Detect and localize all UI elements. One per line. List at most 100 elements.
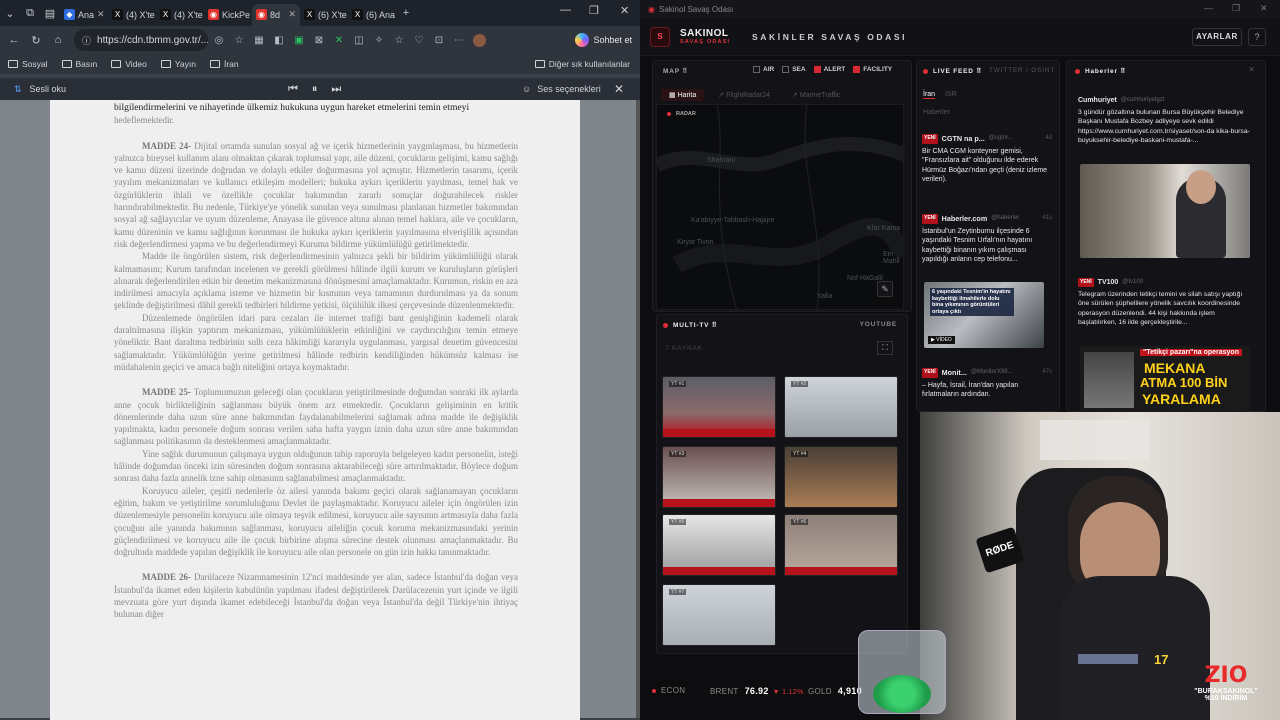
vertical-tabs-icon[interactable]: ▤ — [40, 3, 60, 23]
browser-tab[interactable]: X(6) Ana✕ — [348, 4, 396, 26]
close-tab-icon[interactable]: ✕ — [288, 9, 296, 20]
extensions-puzzle-icon[interactable]: ✧ — [370, 31, 388, 49]
tv-stream-5[interactable]: YT #5 KAÇTA EVE GIRDI KRITIK — [662, 514, 776, 576]
tv-stream-7[interactable]: YT #7 — [662, 584, 776, 646]
tab-actions-icon[interactable]: ⌄ — [0, 3, 20, 23]
tab-favicon-icon: ◉ — [208, 9, 219, 20]
tv-stream-6[interactable]: YT #6 — [784, 514, 898, 576]
browser-essentials-icon[interactable]: ♡ — [410, 31, 428, 49]
feed-video-thumbnail[interactable]: 6 yaşındaki Tesnim'in hayatını kaybettiğ… — [924, 282, 1044, 348]
workspaces-icon[interactable]: ⧉ — [20, 3, 40, 23]
collections-icon[interactable]: ⊡ — [430, 31, 448, 49]
address-bar[interactable]: ⓘ https://cdn.tbmm.gov.tr/... — [74, 29, 208, 51]
browser-tab[interactable]: ◉KickPe✕ — [204, 4, 252, 26]
split-screen-icon[interactable]: ◫ — [350, 31, 368, 49]
minimize-icon[interactable]: — — [1204, 3, 1213, 13]
browser-tab[interactable]: ◆ Ana ✕ — [60, 4, 108, 26]
feed-tab[interactable]: İSR — [945, 91, 957, 98]
close-window-icon[interactable]: ✕ — [620, 4, 629, 17]
extension-icon[interactable]: ⊠ — [310, 31, 328, 49]
other-favorites-folder[interactable]: Diğer sık kullanılanlar — [534, 59, 630, 69]
extension-icon[interactable]: ▦ — [250, 31, 268, 49]
checkbox-icon[interactable] — [753, 66, 760, 73]
news-item-header: YENİ TV100 @tv100 — [1078, 278, 1250, 288]
extension-icon[interactable]: ▣ — [290, 31, 308, 49]
browser-tab[interactable]: X(4) X'te✕ — [156, 4, 204, 26]
info-icon: ⓘ — [82, 35, 92, 46]
ticker-item: BRENT 76.92 ▼ 1.12% — [710, 686, 803, 696]
article-heading: MADDE 24- — [142, 140, 192, 151]
article-heading: MADDE 26- — [142, 572, 192, 583]
bookmark-folder[interactable]: İran — [209, 59, 239, 69]
tv-stream-3[interactable]: YT #3 "HERKES İZMİR'E GELMELİ" — [662, 446, 776, 508]
map-filter-sea[interactable]: SEA — [782, 66, 806, 73]
stream-caption-bar — [663, 429, 775, 437]
back-icon[interactable]: ← — [4, 30, 24, 50]
multi-tv-provider: YOUTUBE — [859, 321, 897, 328]
minimize-icon[interactable]: — — [560, 4, 571, 16]
feed-item[interactable]: YENİ CGTN na p... @cgtnr... 4d Bir CMA CGM k… — [922, 134, 1052, 185]
settings-button[interactable]: AYARLAR — [1192, 28, 1242, 46]
map-tab[interactable]: ▦ Harita — [661, 89, 705, 101]
browser-tab[interactable]: X(6) X'te✕ — [300, 4, 348, 26]
maximize-icon[interactable]: ❐ — [589, 4, 599, 17]
extension-icon[interactable]: ◧ — [270, 31, 288, 49]
feed-tab[interactable]: İran — [923, 91, 936, 99]
voice-options-button[interactable]: ☺ Ses seçenekleri — [522, 84, 601, 94]
news-text: Telegram üzerinden tetikçi temini ve sil… — [1078, 291, 1243, 326]
tab-label: 8d — [270, 9, 281, 20]
feed-time: 47s — [1042, 369, 1052, 375]
feed-item[interactable]: YENİ Haberler.com @haberler 41s İstanbul'un … — [922, 214, 1052, 265]
feed-item[interactable]: YENİ Monit... @MonitorX99... 47s – Hayfa, İs… — [922, 368, 1052, 400]
next-icon[interactable]: ⏭ — [331, 83, 341, 96]
pause-icon[interactable]: ⏸ — [312, 83, 318, 96]
fullscreen-icon[interactable]: ⛶ — [877, 341, 893, 355]
news-image[interactable] — [1080, 164, 1250, 258]
news-item[interactable]: Cumhuriyet @cumhuriyetgzt 3 gündür gözaltı… — [1078, 96, 1250, 145]
read-mode-icon[interactable]: ◎ — [210, 31, 228, 49]
bookmark-folder[interactable]: Sosyal — [8, 59, 48, 69]
news-item[interactable]: YENİ TV100 @tv100 Telegram üzerinden tetikç… — [1078, 278, 1250, 327]
promo-code: "BURAKSAKINOL" — [1194, 688, 1258, 695]
favorites-icon[interactable]: ☆ — [390, 31, 408, 49]
map-filter-facility[interactable]: FACILITY — [853, 66, 892, 73]
tab-label: KickPe — [222, 9, 251, 20]
close-window-icon[interactable]: ✕ — [1260, 3, 1268, 14]
new-tab-button[interactable]: + — [396, 3, 416, 23]
close-tab-icon[interactable]: ✕ — [97, 9, 105, 20]
close-read-aloud-icon[interactable]: ✕ — [614, 82, 624, 96]
feed-handle: @haberler — [991, 215, 1020, 221]
news-handle: @tv100 — [1122, 279, 1144, 285]
bookmark-folder[interactable]: Video — [111, 59, 147, 69]
tv-stream-4[interactable]: YT #4 — [784, 446, 898, 508]
avatar[interactable] — [470, 31, 488, 49]
refresh-icon[interactable]: ↻ — [26, 30, 46, 50]
map-view[interactable]: RADAR Shahrani Ka'abiyye-Tabbash-Hajajre K… — [656, 104, 905, 311]
news-promo-image[interactable]: "Tetikçi pazarı"na operasyon MEKANA ATMA… — [1080, 346, 1250, 412]
map-filter-air[interactable]: AIR — [753, 66, 774, 73]
bookmark-folder[interactable]: Yayın — [160, 59, 196, 69]
bookmark-folder[interactable]: Basın — [61, 59, 97, 69]
checkbox-icon[interactable] — [782, 66, 790, 73]
checkbox-icon[interactable] — [813, 66, 821, 73]
tv-stream-2[interactable]: YT #2 — [784, 376, 898, 438]
map-tab[interactable]: ↗ MarineTraffic — [784, 89, 848, 101]
help-button[interactable]: ? — [1248, 28, 1266, 46]
browser-tab[interactable]: X(4) X'te✕ — [108, 4, 156, 26]
favorite-star-icon[interactable]: ☆ — [230, 31, 248, 49]
maximize-icon[interactable]: ❐ — [1232, 3, 1240, 14]
tv-stream-1[interactable]: YT #1 — [662, 376, 776, 438]
copilot-chat-button[interactable]: Sohbet et — [575, 30, 632, 50]
extension-icon[interactable]: ✕ — [330, 31, 348, 49]
map-filter-alert[interactable]: ALERT — [813, 66, 845, 73]
previous-icon[interactable]: ⏮ — [288, 83, 298, 96]
edit-icon[interactable]: ✎ — [877, 281, 893, 297]
feed-tab[interactable]: Haberler — [923, 109, 957, 116]
checkbox-icon[interactable] — [853, 66, 861, 73]
doc-paragraph: MADDE 24- Dijital ortamda sunulan sosyal… — [114, 140, 518, 251]
map-tab[interactable]: ↗ FlightRadar24 — [710, 89, 778, 101]
browser-tab[interactable]: ◉ 8d ✕ — [252, 3, 300, 26]
close-panel-icon[interactable]: ✕ — [1248, 65, 1255, 74]
home-icon[interactable]: ⌂ — [48, 30, 68, 50]
more-menu-icon[interactable]: ⋯ — [450, 31, 468, 49]
